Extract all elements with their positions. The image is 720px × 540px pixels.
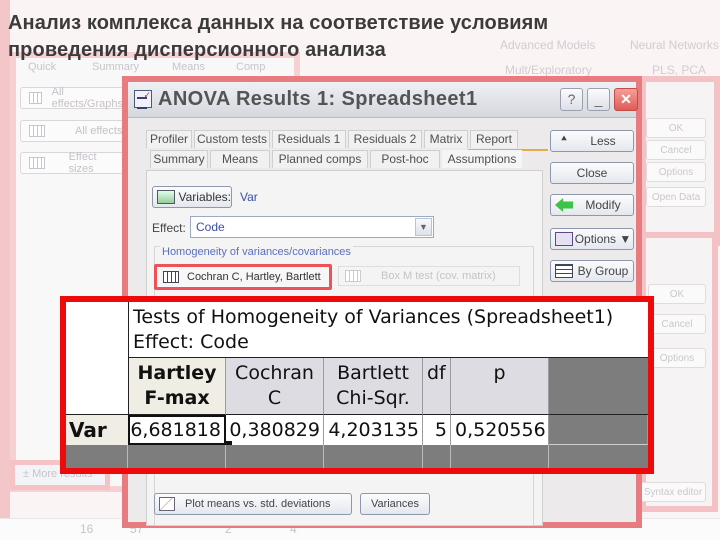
column-header-df[interactable]: df — [423, 358, 451, 415]
table-icon — [163, 271, 179, 283]
cell-p[interactable]: 0,520556 — [451, 415, 549, 445]
column-header-bartlett[interactable]: Bartlett Chi-Sqr. — [324, 358, 423, 415]
column-header-cochran[interactable]: Cochran C — [226, 358, 324, 415]
page-heading-line-2: проведения дисперсионного анализа — [8, 39, 386, 61]
background-ok-button: OK — [646, 118, 706, 138]
column-header-p[interactable]: p — [451, 358, 549, 415]
effect-label: Effect: — [152, 221, 186, 235]
variables-button[interactable]: Variables: — [152, 186, 232, 208]
tab-summary[interactable]: Summary — [150, 150, 208, 168]
cell-cochran-c[interactable]: 0,380829 — [226, 415, 324, 445]
cell-empty — [549, 415, 648, 445]
tab-means[interactable]: Means — [210, 150, 270, 168]
dialog-title: ANOVA Results 1: Spreadsheet1 — [158, 88, 478, 110]
cell-df[interactable]: 5 — [423, 415, 451, 445]
tab-residuals-2[interactable]: Residuals 2 — [348, 130, 422, 148]
close-window-button[interactable]: ✕ — [614, 88, 638, 111]
tab-planned-comps[interactable]: Planned comps — [272, 150, 368, 168]
options-button[interactable]: Options ▼ — [550, 228, 634, 250]
empty-row-cell — [549, 445, 648, 468]
table-title-line-1: Tests of Homogeneity of Variances (Sprea… — [133, 306, 614, 328]
background-open-data-button: Open Data — [646, 187, 706, 207]
cochran-button-highlight: Cochran C, Hartley, Bartlett — [154, 264, 332, 290]
modify-button[interactable]: Modify — [550, 194, 634, 216]
background-options-button: Options — [646, 162, 706, 182]
table-title-line-2: Effect: Code — [133, 331, 249, 353]
effect-dropdown[interactable]: Code ▼ — [190, 216, 434, 238]
dialog-titlebar[interactable]: ✓ ANOVA Results 1: Spreadsheet1 ? _ ✕ — [128, 82, 638, 118]
background-cancel-button-2: Cancel — [648, 314, 706, 334]
empty-row-cell — [324, 445, 423, 468]
tab-post-hoc[interactable]: Post-hoc — [370, 150, 440, 168]
table-icon — [29, 92, 42, 104]
minimize-button[interactable]: _ — [587, 88, 610, 111]
background-menu-pls-pca: PLS, PCA — [652, 63, 707, 77]
background-menu-multivariate: Mult/Exploratory — [505, 63, 592, 77]
cell-hartley-fmax[interactable]: 6,681818 — [128, 415, 226, 445]
cell-bartlett-chisqr[interactable]: 4,203135 — [324, 415, 423, 445]
chevron-down-icon[interactable]: ▼ — [415, 218, 432, 236]
background-options-button-2: Options — [648, 348, 706, 368]
background-all-effects-button: All effects — [20, 120, 124, 142]
table-corner-cell — [66, 302, 128, 415]
by-group-icon — [555, 264, 573, 278]
selected-variable: Var — [240, 190, 258, 204]
background-window-edge — [0, 0, 10, 540]
page-heading: Анализ комплекса данных на соответствие … — [8, 10, 708, 64]
box-m-test-button[interactable]: Box M test (cov. matrix) — [338, 266, 520, 286]
cochran-hartley-bartlett-button[interactable]: Cochran C, Hartley, Bartlett — [157, 267, 329, 287]
line-plot-icon — [159, 497, 175, 511]
empty-row-cell — [451, 445, 549, 468]
empty-row-cell — [423, 445, 451, 468]
options-tool-icon — [555, 232, 573, 246]
table-icon — [29, 157, 45, 169]
results-tabs: Profiler Custom tests Residuals 1 Residu… — [146, 130, 548, 172]
anova-window-icon: ✓ — [134, 90, 152, 109]
background-cancel-button: Cancel — [646, 140, 706, 160]
tab-residuals-1[interactable]: Residuals 1 — [272, 130, 346, 148]
collapse-arrow-icon: ⯅ — [560, 134, 568, 145]
background-all-effects-graphs-button: All effects/Graphs — [20, 86, 124, 110]
by-group-button[interactable]: By Group — [550, 260, 634, 282]
variables-icon — [157, 190, 175, 204]
variances-button[interactable]: Variances — [360, 493, 430, 515]
tab-custom-tests[interactable]: Custom tests — [194, 130, 270, 148]
background-syntax-editor-button: Syntax editor — [640, 482, 706, 502]
results-highlight-frame: Tests of Homogeneity of Variances (Sprea… — [60, 296, 654, 474]
homogeneity-results-table: Tests of Homogeneity of Variances (Sprea… — [66, 302, 648, 468]
back-arrow-icon — [555, 198, 573, 212]
tab-matrix[interactable]: Matrix — [424, 130, 468, 148]
screen: Quick Summary Means Comp All effects/Gra… — [0, 0, 720, 540]
page-heading-line-1: Анализ комплекса данных на соответствие … — [8, 12, 549, 34]
tab-report[interactable]: Report — [470, 130, 518, 148]
column-header-empty — [549, 358, 648, 415]
tab-assumptions[interactable]: Assumptions — [442, 150, 522, 168]
less-button[interactable]: ⯅ Less — [550, 130, 634, 152]
table-icon — [29, 125, 45, 137]
row-label-var[interactable]: Var — [66, 415, 128, 445]
empty-row-cell — [226, 445, 324, 468]
empty-row-cell — [128, 445, 226, 468]
table-icon — [345, 270, 361, 282]
background-ok-button-2: OK — [648, 284, 706, 304]
column-header-hartley[interactable]: Hartley F-max — [128, 358, 226, 415]
plot-means-vs-std-button[interactable]: Plot means vs. std. deviations — [154, 493, 352, 515]
help-button[interactable]: ? — [560, 88, 583, 111]
table-title: Tests of Homogeneity of Variances (Sprea… — [128, 302, 648, 358]
plus-icon: ± — [23, 468, 33, 480]
close-button[interactable]: Close — [550, 162, 634, 184]
background-dialog-1 — [640, 76, 720, 246]
homogeneity-group-title: Homogeneity of variances/covariances — [160, 246, 353, 258]
tab-profiler[interactable]: Profiler — [146, 130, 192, 148]
background-effect-sizes-button: Effect sizes — [20, 151, 124, 175]
empty-row-cell — [66, 445, 128, 468]
